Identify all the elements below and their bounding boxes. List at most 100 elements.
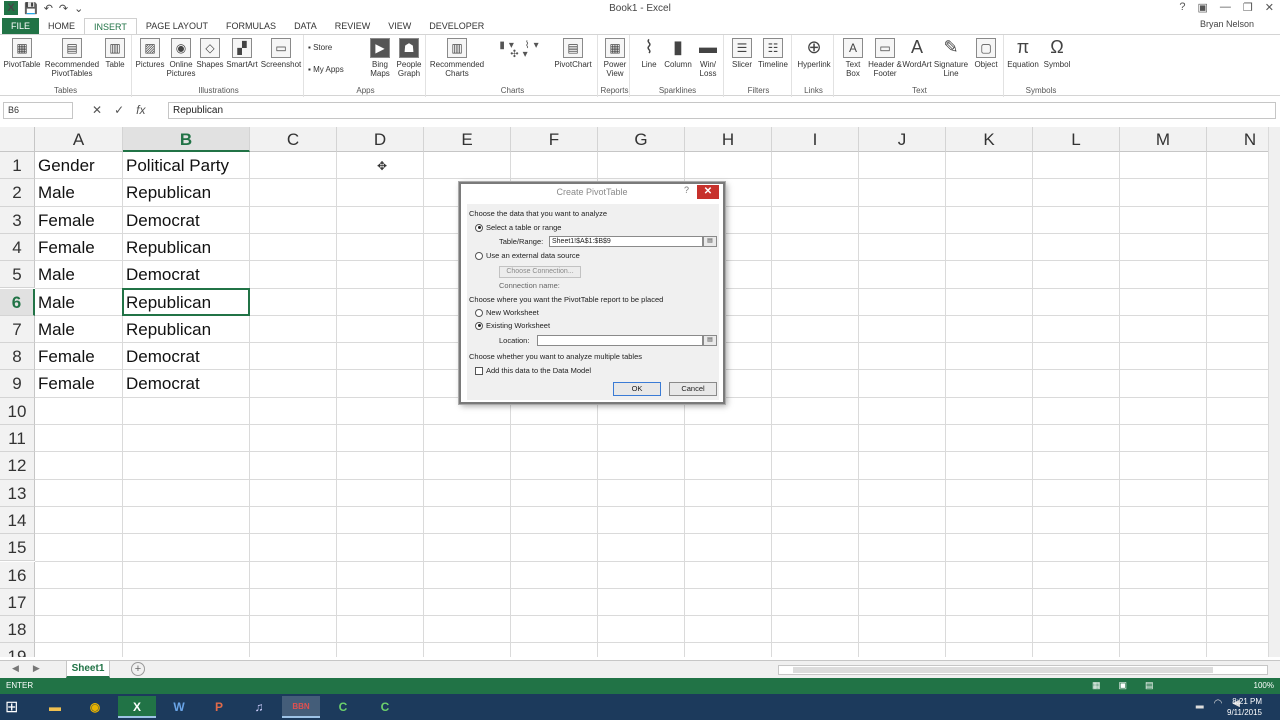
cell-a9[interactable]: Female bbox=[35, 370, 95, 397]
row-header-14[interactable]: 14 bbox=[0, 506, 35, 535]
location-input[interactable] bbox=[537, 335, 703, 346]
cancel-button[interactable]: Cancel bbox=[669, 382, 717, 396]
taskbar-clock[interactable]: 8:21 PM 9/11/2015 bbox=[1227, 696, 1262, 718]
row-header-9[interactable]: 9 bbox=[0, 370, 35, 398]
dialog-help-icon[interactable]: ? bbox=[684, 185, 689, 195]
column-header-d[interactable]: D bbox=[337, 127, 424, 152]
store-button[interactable]: ▪ Store bbox=[308, 43, 352, 52]
recommended-pivottables-button[interactable]: ▤ Recommended PivotTables bbox=[42, 38, 102, 78]
insert-function-icon[interactable]: fx bbox=[136, 103, 145, 117]
ok-button[interactable]: OK bbox=[613, 382, 661, 396]
normal-view-icon[interactable]: ▦ bbox=[1092, 680, 1101, 691]
redo-icon[interactable]: ↷ bbox=[59, 2, 68, 15]
restore-icon[interactable]: ❐ bbox=[1243, 1, 1253, 14]
table-range-input[interactable]: Sheet1!$A$1:$B$9 bbox=[549, 236, 703, 247]
sparkline-line-button[interactable]: ⌇ Line bbox=[636, 38, 662, 69]
formula-input[interactable]: Republican bbox=[168, 102, 1276, 119]
row-header-12[interactable]: 12 bbox=[0, 452, 35, 480]
column-header-j[interactable]: J bbox=[859, 127, 946, 152]
object-button[interactable]: ▢ Object bbox=[970, 38, 1002, 69]
column-header-n[interactable]: N bbox=[1207, 127, 1268, 152]
page-break-view-icon[interactable]: ▤ bbox=[1145, 680, 1154, 691]
row-header-13[interactable]: 13 bbox=[0, 479, 35, 507]
row-header-18[interactable]: 18 bbox=[0, 616, 35, 644]
cell-b7[interactable]: Republican bbox=[123, 316, 211, 343]
option-existing-worksheet[interactable]: Existing Worksheet bbox=[475, 321, 550, 330]
pivotchart-button[interactable]: ▤ PivotChart bbox=[552, 38, 594, 69]
user-name[interactable]: Bryan Nelson bbox=[1200, 19, 1254, 29]
cell-b5[interactable]: Democrat bbox=[123, 261, 200, 288]
column-header-a[interactable]: A bbox=[35, 127, 123, 152]
symbol-button[interactable]: Ω Symbol bbox=[1040, 38, 1074, 69]
shapes-button[interactable]: ◇ Shapes bbox=[196, 38, 224, 69]
option-external-source[interactable]: Use an external data source bbox=[475, 251, 580, 260]
vertical-scrollbar[interactable] bbox=[1268, 127, 1280, 657]
tab-formulas[interactable]: FORMULAS bbox=[217, 18, 285, 34]
cell-b9[interactable]: Democrat bbox=[123, 370, 200, 397]
cell-a3[interactable]: Female bbox=[35, 207, 95, 234]
taskbar-camtasia-recorder[interactable]: C bbox=[366, 696, 404, 718]
column-header-m[interactable]: M bbox=[1120, 127, 1207, 152]
column-header-k[interactable]: K bbox=[946, 127, 1033, 152]
cell-b1[interactable]: Political Party bbox=[123, 152, 229, 179]
close-window-icon[interactable]: ✕ bbox=[1265, 1, 1274, 14]
sheet-tab[interactable]: Sheet1 bbox=[66, 661, 110, 678]
row-header-8[interactable]: 8 bbox=[0, 343, 35, 371]
power-view-button[interactable]: ▦ Power View bbox=[600, 38, 630, 78]
cell-a8[interactable]: Female bbox=[35, 343, 95, 370]
cell-a4[interactable]: Female bbox=[35, 234, 95, 261]
network-icon[interactable]: ▂ bbox=[1196, 698, 1204, 709]
row-header-15[interactable]: 15 bbox=[0, 534, 35, 562]
slicer-button[interactable]: ☰ Slicer bbox=[728, 38, 756, 69]
customize-qat-icon[interactable]: ⌄ bbox=[74, 2, 83, 15]
column-header-l[interactable]: L bbox=[1033, 127, 1120, 152]
option-select-table[interactable]: Select a table or range bbox=[475, 223, 561, 232]
choose-connection-button[interactable]: Choose Connection... bbox=[499, 266, 581, 278]
save-icon[interactable]: 💾 bbox=[24, 2, 38, 15]
cell-b8[interactable]: Democrat bbox=[123, 343, 200, 370]
row-header-5[interactable]: 5 bbox=[0, 261, 35, 289]
taskbar-word[interactable]: W bbox=[160, 696, 198, 718]
row-header-7[interactable]: 7 bbox=[0, 315, 35, 344]
cell-a5[interactable]: Male bbox=[35, 261, 75, 288]
row-header-19[interactable]: 19 bbox=[0, 643, 35, 657]
column-header-b[interactable]: B bbox=[123, 127, 250, 152]
undo-icon[interactable]: ↶ bbox=[44, 2, 53, 15]
row-header-2[interactable]: 2 bbox=[0, 179, 35, 207]
column-header-g[interactable]: G bbox=[598, 127, 685, 152]
taskbar-bbn[interactable]: BBN bbox=[282, 696, 320, 718]
row-header-6[interactable]: 6 bbox=[0, 288, 35, 316]
tab-file[interactable]: FILE bbox=[2, 18, 40, 34]
cell-a1[interactable]: Gender bbox=[35, 152, 95, 179]
row-header-4[interactable]: 4 bbox=[0, 233, 35, 262]
option-data-model[interactable]: Add this data to the Data Model bbox=[475, 366, 591, 375]
table-button[interactable]: ▥ Table bbox=[102, 38, 128, 69]
taskbar-excel[interactable]: X bbox=[118, 696, 156, 718]
people-graph-button[interactable]: ☗ People Graph bbox=[394, 38, 424, 78]
cell-b2[interactable]: Republican bbox=[123, 179, 211, 206]
cell-a7[interactable]: Male bbox=[35, 316, 75, 343]
tab-home[interactable]: HOME bbox=[39, 18, 84, 34]
tab-developer[interactable]: DEVELOPER bbox=[420, 18, 493, 34]
collapse-location-icon[interactable]: ▤ bbox=[703, 335, 717, 346]
radio-select-table[interactable] bbox=[475, 223, 483, 232]
option-new-worksheet[interactable]: New Worksheet bbox=[475, 308, 539, 317]
name-box[interactable]: B6 bbox=[3, 102, 73, 119]
cell-b3[interactable]: Democrat bbox=[123, 207, 200, 234]
bing-maps-button[interactable]: ▶ Bing Maps bbox=[366, 38, 394, 78]
zoom-level[interactable]: 100% bbox=[1254, 681, 1274, 690]
tab-review[interactable]: REVIEW bbox=[326, 18, 380, 34]
recommended-charts-button[interactable]: ▥ Recommended Charts bbox=[428, 38, 486, 78]
checkbox-data-model[interactable] bbox=[475, 366, 483, 375]
taskbar-camtasia[interactable]: C bbox=[324, 696, 362, 718]
chart-types-icon[interactable]: ▮▾ ⌇▾ ✣▾ bbox=[488, 41, 554, 60]
scroll-thumb[interactable] bbox=[793, 667, 1213, 673]
column-header-h[interactable]: H bbox=[685, 127, 772, 152]
sheet-nav-arrows[interactable]: ◀▶ bbox=[12, 663, 54, 674]
signature-line-button[interactable]: ✎ Signature Line bbox=[932, 38, 970, 78]
windows-start-icon[interactable]: ⊞ bbox=[5, 697, 18, 717]
select-all-corner[interactable] bbox=[0, 127, 35, 152]
sparkline-winloss-button[interactable]: ▬ Win/ Loss bbox=[694, 38, 722, 78]
taskbar-powerpoint[interactable]: P bbox=[200, 696, 238, 718]
radio-existing-worksheet[interactable] bbox=[475, 321, 483, 330]
